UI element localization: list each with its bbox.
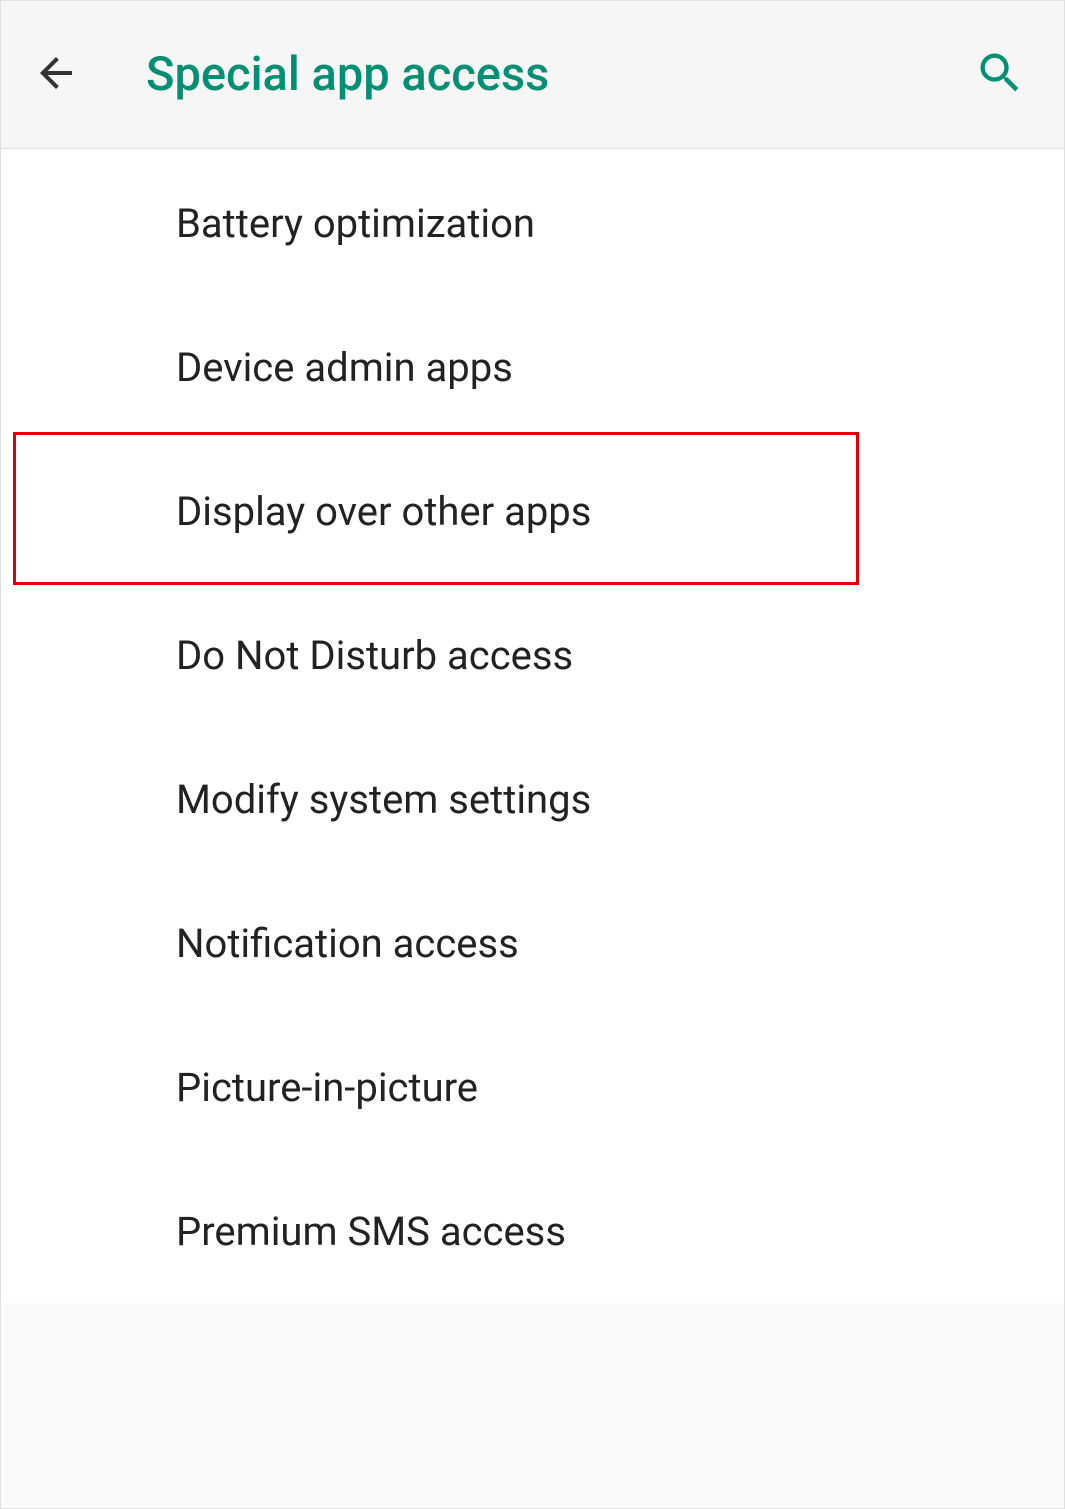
settings-list: Battery optimization Device admin apps D…	[1, 149, 1064, 1303]
list-item-label: Premium SMS access	[176, 1208, 566, 1255]
list-item-display-over-other-apps[interactable]: Display over other apps	[1, 439, 1064, 583]
list-item-notification-access[interactable]: Notification access	[1, 871, 1064, 1015]
list-item-battery-optimization[interactable]: Battery optimization	[1, 151, 1064, 295]
list-item-do-not-disturb-access[interactable]: Do Not Disturb access	[1, 583, 1064, 727]
list-item-device-admin-apps[interactable]: Device admin apps	[1, 295, 1064, 439]
list-item-label: Notification access	[176, 920, 519, 967]
back-arrow-icon	[32, 49, 80, 100]
list-item-picture-in-picture[interactable]: Picture-in-picture	[1, 1015, 1064, 1159]
list-item-label: Modify system settings	[176, 776, 591, 823]
list-item-premium-sms-access[interactable]: Premium SMS access	[1, 1159, 1064, 1303]
search-button[interactable]	[960, 35, 1040, 115]
list-item-label: Do Not Disturb access	[176, 632, 573, 679]
list-item-label: Picture-in-picture	[176, 1064, 478, 1111]
back-button[interactable]	[16, 35, 96, 115]
app-header: Special app access	[1, 1, 1064, 149]
list-item-modify-system-settings[interactable]: Modify system settings	[1, 727, 1064, 871]
search-icon	[974, 47, 1026, 102]
page-title: Special app access	[146, 47, 960, 102]
list-item-label: Battery optimization	[176, 200, 535, 247]
list-item-label: Display over other apps	[176, 488, 591, 535]
list-item-label: Device admin apps	[176, 344, 513, 391]
